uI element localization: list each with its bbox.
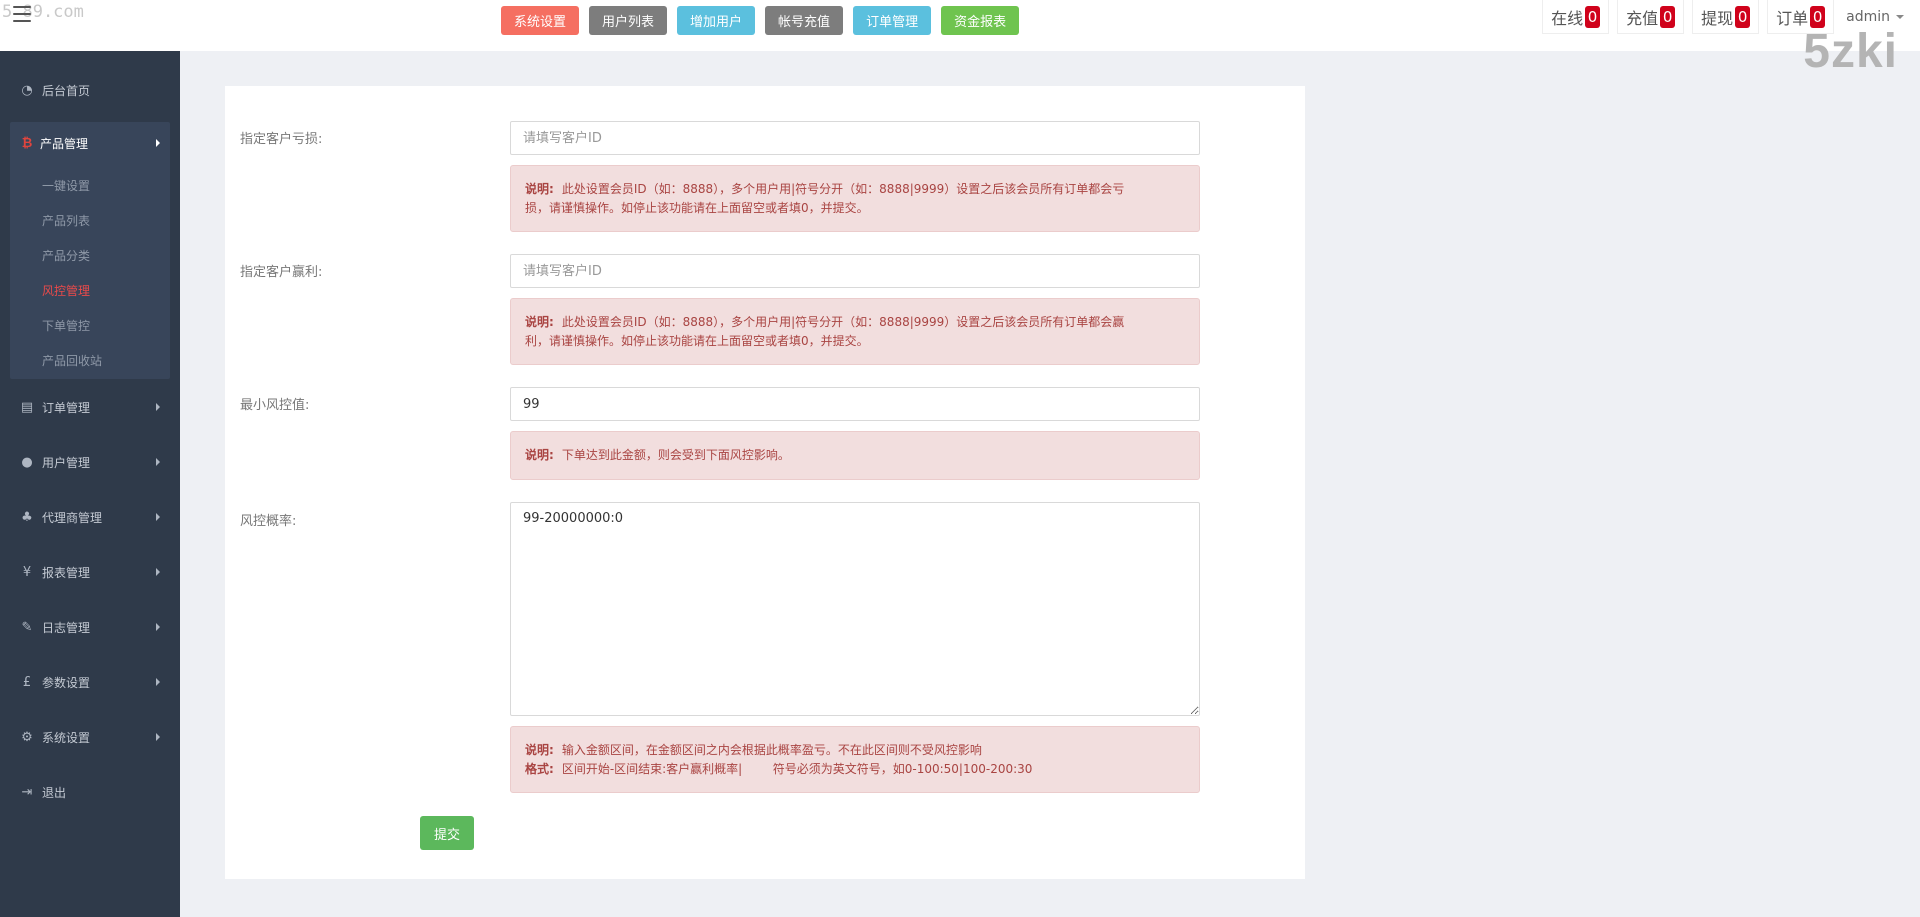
chevron-right-icon [156, 568, 160, 576]
loss-user-input[interactable] [510, 121, 1200, 155]
gears-icon: ⚙ [21, 729, 33, 745]
sidebar-item-label: 用户管理 [42, 455, 91, 470]
chevron-right-icon [156, 678, 160, 686]
note-text-cont: 损，请谨慎操作。如停止该功能请在上面留空或者填0，并提交。 [525, 201, 869, 215]
username: admin [1846, 9, 1890, 25]
user-list-button[interactable]: 用户列表 [589, 6, 668, 35]
withdraw-label: 提现 [1701, 8, 1734, 28]
add-user-button[interactable]: 增加用户 [677, 6, 756, 35]
system-settings-button[interactable]: 系统设置 [501, 6, 580, 35]
sidebar-item-label: 系统设置 [42, 730, 91, 745]
submit-button[interactable]: 提交 [420, 816, 474, 850]
sidebar-item-home[interactable]: ◔ 后台首页 [0, 72, 180, 108]
bitcoin-icon: ₿ [21, 136, 33, 151]
min-risk-note: 说明: 下单达到此金额，则会受到下面风控影响。 [510, 431, 1200, 480]
note-text-cont: 利，请谨慎操作。如停止该功能请在上面留空或者填0，并提交。 [525, 334, 869, 348]
files-icon: ▤ [20, 399, 34, 415]
pound-icon: £ [22, 674, 32, 690]
withdraw-count-badge: 0 [1735, 5, 1751, 28]
yen-icon: ¥ [22, 564, 32, 580]
risk-rate-note: 说明: 输入金额区间，在金额区间之内会根据此概率盈亏。不在此区间则不受风控影响 格… [510, 726, 1200, 793]
min-risk-input[interactable] [510, 387, 1200, 421]
sidebar-item-users[interactable]: ● 用户管理 [0, 444, 180, 480]
sidebar-item-agents[interactable]: ♣ 代理商管理 [0, 499, 180, 535]
top-navbar: 5 89.com 系统设置 用户列表 增加用户 帐号充值 订单管理 资金报表 在… [0, 0, 1920, 78]
loss-user-label: 指定客户亏损: [240, 132, 323, 147]
sitemap-icon: ♣ [21, 509, 33, 525]
sidebar-item-orders[interactable]: ▤ 订单管理 [0, 389, 180, 425]
sidebar-item-label: 参数设置 [42, 675, 91, 690]
win-user-label: 指定客户赢利: [240, 265, 323, 280]
chevron-right-icon [156, 733, 160, 741]
sidebar-item-label: 日志管理 [42, 620, 91, 635]
quick-action-bar: 系统设置 用户列表 增加用户 帐号充值 订单管理 资金报表 [501, 6, 1029, 35]
risk-control-form-panel: 指定客户亏损: 说明: 此处设置会员ID（如：8888），多个用户用|符号分开（如… [225, 86, 1305, 879]
chevron-right-icon [156, 139, 160, 147]
format-text: 区间开始-区间结束:客户赢利概率| 符号必须为英文符号，如0-100:50|10… [561, 762, 1033, 776]
sidebar-item-params[interactable]: £ 参数设置 [0, 664, 180, 700]
watermark-logo: 5zki [1803, 25, 1898, 78]
tags-icon: ✎ [21, 619, 33, 635]
chevron-right-icon [156, 623, 160, 631]
note-text: 此处设置会员ID（如：8888），多个用户用|符号分开（如：8888|9999）… [561, 315, 1125, 329]
chevron-right-icon [156, 458, 160, 466]
win-user-note: 说明: 此处设置会员ID（如：8888），多个用户用|符号分开（如：8888|99… [510, 298, 1200, 365]
min-risk-label: 最小风控值: [240, 398, 310, 413]
sidebar-item-system[interactable]: ⚙ 系统设置 [0, 719, 180, 755]
user-icon: ● [21, 454, 33, 470]
sign-out-icon: ⇥ [21, 784, 33, 800]
sidebar-product-submenu: ₿ 产品管理 一键设置 产品列表 产品分类 风控管理 下单管控 产品回收站 [10, 122, 170, 379]
sidebar-item-label: 订单管理 [42, 400, 91, 415]
online-count-badge: 0 [1585, 5, 1601, 28]
withdraw-counter[interactable]: 提现 0 [1692, 0, 1760, 34]
sidebar: ◔ 后台首页 ₿ 产品管理 一键设置 产品列表 产品分类 风控管理 下单管控 产… [0, 51, 180, 917]
risk-rate-textarea[interactable]: 99-20000000:0 [510, 502, 1200, 716]
sidebar-item-label: 后台首页 [42, 83, 91, 98]
sidebar-item-logs[interactable]: ✎ 日志管理 [0, 609, 180, 645]
sidebar-item-product[interactable]: ₿ 产品管理 [10, 122, 170, 164]
sidebar-item-label: 产品管理 [40, 136, 89, 151]
sidebar-item-label: 退出 [42, 785, 67, 800]
loss-user-note: 说明: 此处设置会员ID（如：8888），多个用户用|符号分开（如：8888|99… [510, 165, 1200, 232]
note-title: 说明: [525, 182, 554, 196]
note-title: 说明: [525, 743, 554, 757]
format-title: 格式: [525, 762, 554, 776]
online-label: 在线 [1551, 8, 1584, 28]
note-text: 下单达到此金额，则会受到下面风控影响。 [561, 448, 790, 462]
menu-toggle-icon[interactable] [13, 6, 31, 22]
sub-item-quick-setup[interactable]: 一键设置 [42, 176, 90, 196]
chevron-right-icon [156, 513, 160, 521]
account-recharge-button[interactable]: 帐号充值 [765, 6, 844, 35]
note-text: 输入金额区间，在金额区间之内会根据此概率盈亏。不在此区间则不受风控影响 [561, 743, 982, 757]
risk-rate-label: 风控概率: [240, 514, 297, 529]
sidebar-item-logout[interactable]: ⇥ 退出 [0, 774, 180, 810]
chevron-right-icon [156, 403, 160, 411]
online-counter[interactable]: 在线 0 [1542, 0, 1610, 34]
sidebar-item-reports[interactable]: ¥ 报表管理 [0, 554, 180, 590]
sidebar-item-label: 代理商管理 [42, 510, 103, 525]
sub-item-order-control[interactable]: 下单管控 [42, 316, 90, 336]
sub-item-product-recycle[interactable]: 产品回收站 [42, 351, 102, 371]
order-management-button[interactable]: 订单管理 [853, 6, 932, 35]
sidebar-item-label: 报表管理 [42, 565, 91, 580]
sub-item-risk-control[interactable]: 风控管理 [42, 281, 90, 301]
dashboard-icon: ◔ [21, 82, 33, 98]
fund-report-button[interactable]: 资金报表 [941, 6, 1020, 35]
sub-item-product-list[interactable]: 产品列表 [42, 211, 90, 231]
recharge-label: 充值 [1626, 8, 1659, 28]
recharge-count-badge: 0 [1660, 5, 1676, 28]
sub-item-product-category[interactable]: 产品分类 [42, 246, 90, 266]
note-text: 此处设置会员ID（如：8888），多个用户用|符号分开（如：8888|9999）… [561, 182, 1125, 196]
recharge-counter[interactable]: 充值 0 [1617, 0, 1685, 34]
win-user-input[interactable] [510, 254, 1200, 288]
chevron-down-icon [1896, 15, 1904, 19]
note-title: 说明: [525, 448, 554, 462]
note-title: 说明: [525, 315, 554, 329]
